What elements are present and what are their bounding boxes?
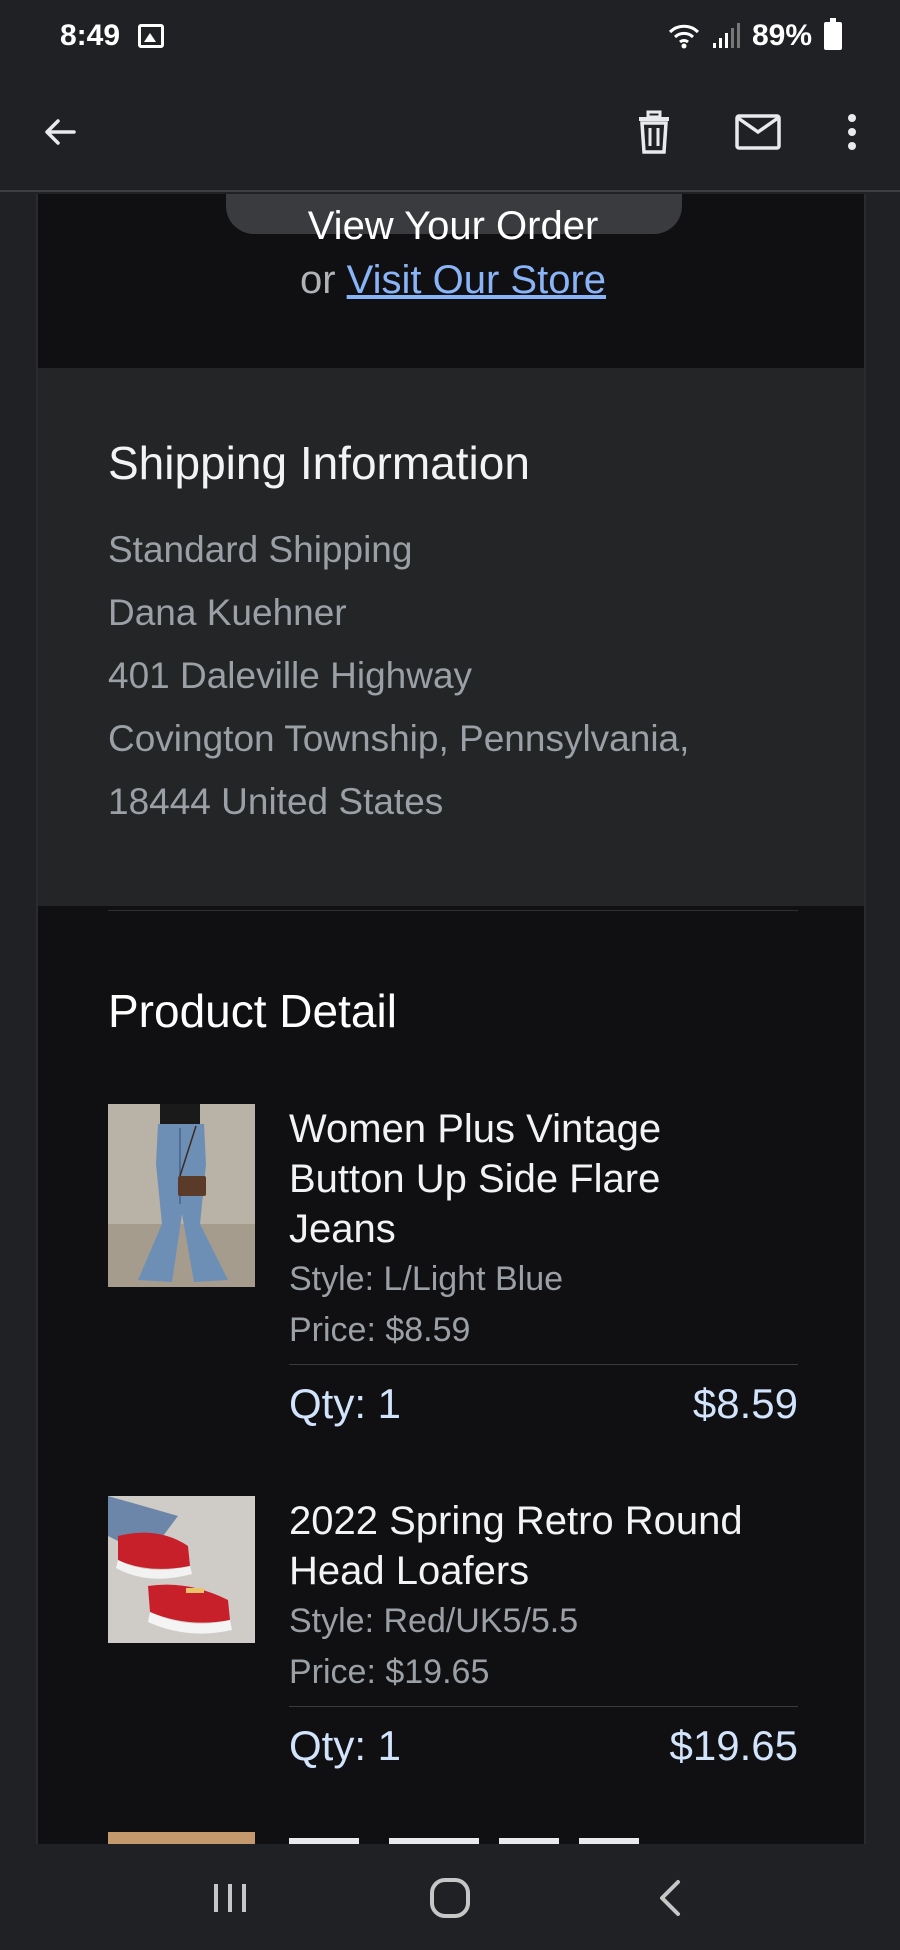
product-price: Price: $19.65 bbox=[289, 1653, 490, 1691]
section-divider bbox=[108, 910, 798, 911]
delete-icon[interactable] bbox=[630, 108, 678, 156]
product-name-line[interactable]: Women Plus Vintage bbox=[289, 1104, 798, 1154]
address-city-state: Covington Township, Pennsylvania, bbox=[108, 718, 690, 759]
mail-icon[interactable] bbox=[734, 108, 782, 156]
view-order-label[interactable]: View Your Order bbox=[38, 204, 864, 249]
product-name-line[interactable]: 2022 Spring Retro Round bbox=[289, 1496, 798, 1546]
product-qty: Qty: 1 bbox=[289, 1380, 402, 1427]
battery-percent: 89% bbox=[751, 19, 812, 52]
product-divider bbox=[289, 1706, 798, 1707]
status-bar: 8:49 89% bbox=[0, 0, 900, 72]
store-prefix: or bbox=[299, 258, 336, 302]
product-name-line[interactable]: Head Loafers bbox=[289, 1546, 798, 1596]
more-vert-icon[interactable] bbox=[828, 108, 876, 156]
product-qty-row: Qty: 1 $8.59 bbox=[289, 1379, 798, 1429]
product-qty-row: Qty: 1 $19.65 bbox=[289, 1721, 798, 1771]
address-zip-country: 18444 United States bbox=[108, 781, 444, 822]
product-style: Style: Red/UK5/5.5 bbox=[289, 1602, 579, 1640]
product-name-partial[interactable] bbox=[289, 1828, 689, 1844]
shipping-section: Shipping Information Standard Shipping D… bbox=[38, 368, 864, 906]
product-image-partial[interactable] bbox=[108, 1832, 255, 1844]
product-details: 2022 Spring Retro Round Head Loafers Sty… bbox=[289, 1496, 798, 1771]
home-icon[interactable] bbox=[420, 1868, 480, 1928]
shipping-address: Standard Shipping Dana Kuehner 401 Dalev… bbox=[108, 518, 689, 833]
store-line: or Visit Our Store bbox=[38, 258, 864, 303]
address-street: 401 Daleville Highway bbox=[108, 655, 473, 696]
product-detail-title: Product Detail bbox=[108, 985, 397, 1037]
shipping-title: Shipping Information bbox=[108, 437, 530, 489]
product-divider bbox=[289, 1364, 798, 1365]
status-time: 8:49 bbox=[60, 19, 121, 52]
product-total: $8.59 bbox=[692, 1380, 798, 1427]
product-style: Style: L/Light Blue bbox=[289, 1260, 564, 1298]
system-nav-bar bbox=[0, 1845, 900, 1950]
phone-screen: 8:49 89% View Your Order or Visit Our St… bbox=[0, 0, 900, 1950]
product-image-loafers[interactable] bbox=[108, 1496, 255, 1643]
back-icon[interactable] bbox=[640, 1868, 700, 1928]
product-qty: Qty: 1 bbox=[289, 1722, 402, 1769]
product-price: Price: $8.59 bbox=[289, 1311, 471, 1349]
signal-icon bbox=[712, 23, 740, 48]
product-name-line[interactable]: Jeans bbox=[289, 1204, 798, 1254]
product-details: Women Plus Vintage Button Up Side Flare … bbox=[289, 1104, 798, 1429]
product-total: $19.65 bbox=[669, 1722, 798, 1769]
product-image-jeans[interactable] bbox=[108, 1104, 255, 1287]
recipient-name: Dana Kuehner bbox=[108, 592, 347, 633]
back-arrow-icon[interactable] bbox=[36, 108, 84, 156]
email-body: View Your Order or Visit Our Store Shipp… bbox=[36, 194, 866, 1844]
battery-icon bbox=[824, 18, 842, 50]
status-indicators: 89% bbox=[668, 18, 842, 53]
product-name-line[interactable]: Button Up Side Flare bbox=[289, 1154, 798, 1204]
app-bar bbox=[0, 72, 900, 192]
recent-apps-icon[interactable] bbox=[200, 1868, 260, 1928]
visit-store-link[interactable]: Visit Our Store bbox=[347, 258, 606, 302]
shipping-method: Standard Shipping bbox=[108, 529, 413, 570]
gallery-icon bbox=[138, 24, 165, 48]
wifi-icon bbox=[668, 24, 700, 49]
